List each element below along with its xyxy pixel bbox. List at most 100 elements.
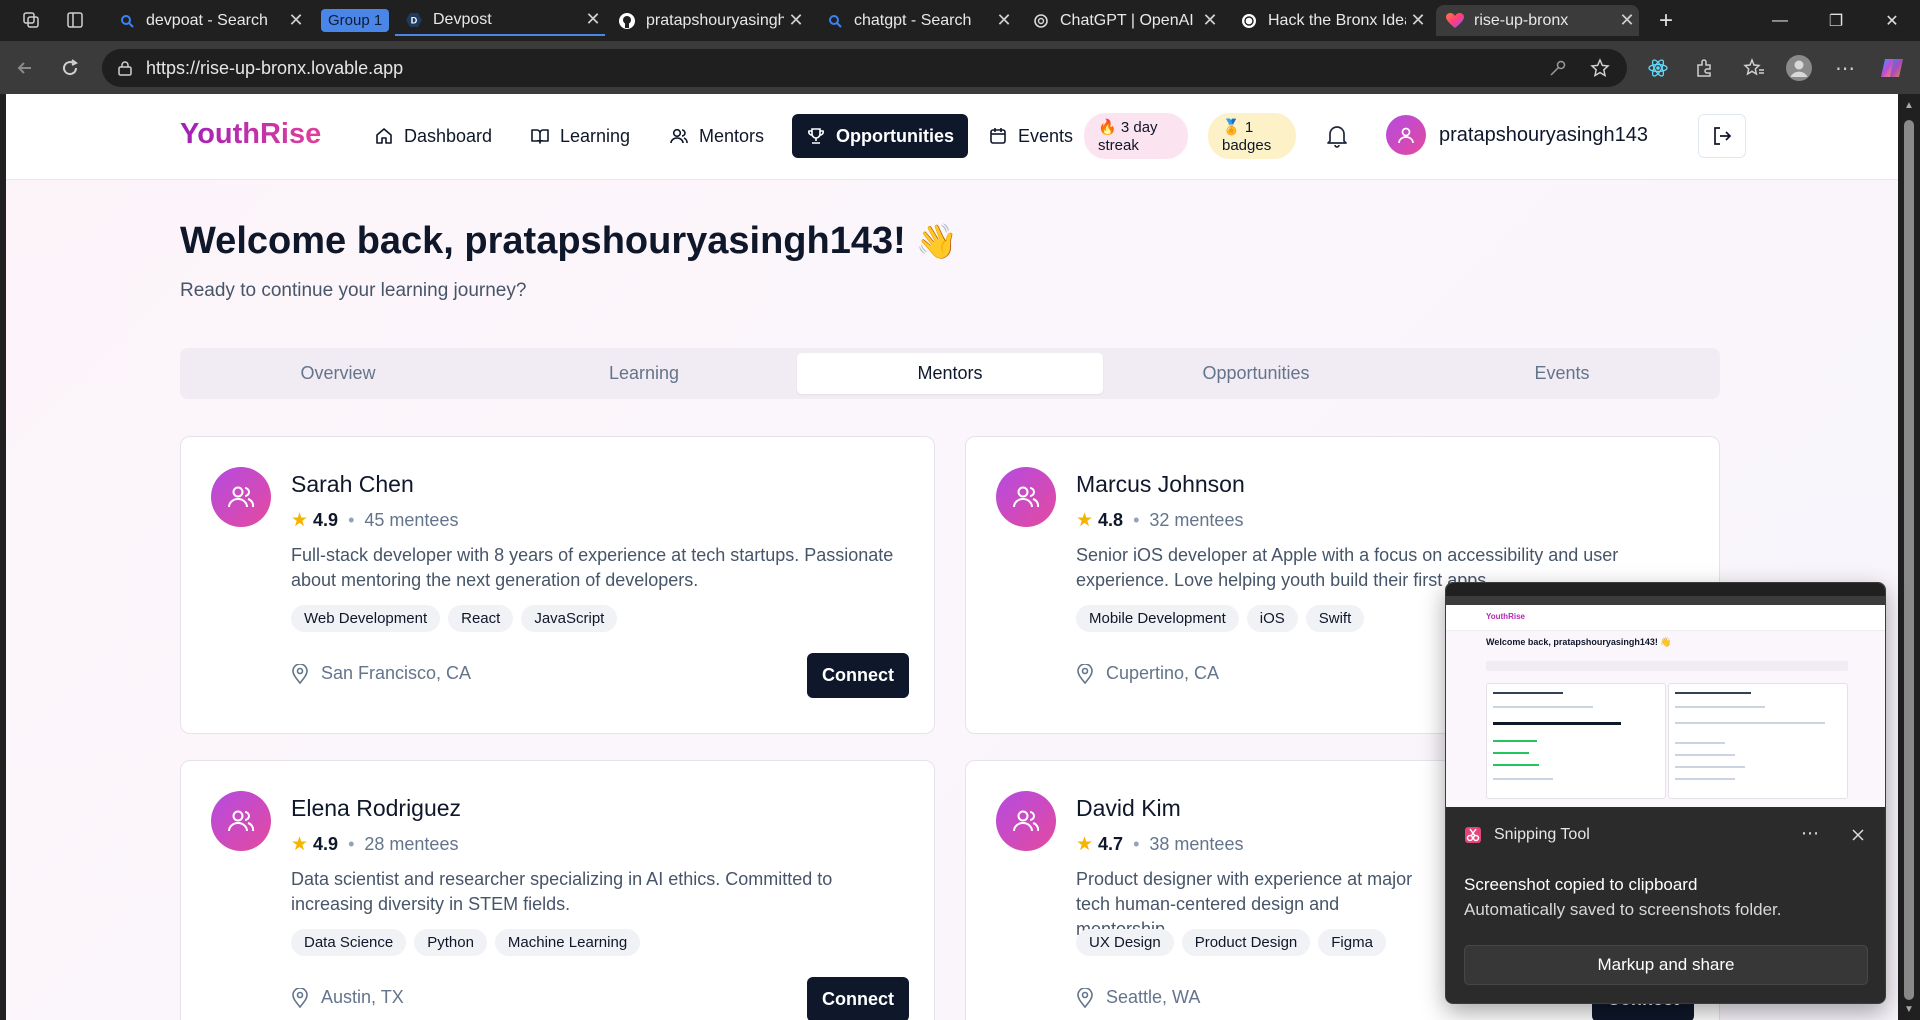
notification-title: Screenshot copied to clipboard (1464, 875, 1698, 894)
thumbnail-card (1486, 683, 1666, 799)
app-logo[interactable]: YouthRise (180, 118, 321, 151)
close-icon[interactable]: ✕ (784, 10, 808, 31)
waving-hand-icon: 👋 (915, 223, 959, 261)
vertical-tabs-icon[interactable] (60, 5, 90, 35)
nav-label: Events (1018, 125, 1074, 146)
tab-learning[interactable]: Learning (491, 353, 797, 394)
close-icon[interactable]: ✕ (1198, 10, 1222, 31)
browser-tab-github[interactable]: pratapshouryasingh ✕ (608, 5, 808, 36)
book-icon (530, 126, 550, 146)
connect-button[interactable]: Connect (807, 977, 909, 1020)
address-bar[interactable]: https://rise-up-bronx.lovable.app (102, 49, 1627, 87)
page-scrollbar[interactable]: ▲ ▼ (1898, 94, 1920, 1020)
mentor-name: David Kim (1076, 795, 1181, 821)
rating-value: 4.8 (1098, 510, 1124, 530)
more-options-icon[interactable]: ⋯ (1829, 52, 1861, 84)
profile-avatar-icon[interactable] (1783, 52, 1815, 84)
mentor-tags: Data Science Python Machine Learning (291, 929, 648, 956)
separator-dot: • (1133, 834, 1140, 854)
url-text[interactable]: https://rise-up-bronx.lovable.app (146, 58, 1543, 79)
star-icon: ★ (1076, 510, 1094, 531)
badges-count: 1 (1244, 119, 1254, 136)
screenshot-thumbnail[interactable]: YouthRise Welcome back, pratapshouryasin… (1446, 583, 1885, 807)
users-icon (228, 486, 255, 508)
favorites-icon[interactable] (1738, 52, 1770, 84)
maximize-button[interactable]: ❐ (1808, 0, 1864, 41)
streak-badge: 🔥 3 day streak (1084, 113, 1188, 159)
notifications-bell-icon[interactable] (1326, 124, 1348, 148)
nav-events[interactable]: Events (988, 114, 1073, 158)
user-menu[interactable]: pratapshouryasingh143 (1386, 115, 1648, 155)
users-icon (1013, 486, 1040, 508)
markup-and-share-button[interactable]: Markup and share (1464, 945, 1868, 985)
close-icon[interactable]: ✕ (1615, 10, 1639, 31)
browser-tab-chatgpt-openai[interactable]: ChatGPT | OpenAI ✕ (1022, 5, 1222, 36)
star-icon: ★ (291, 510, 309, 531)
copilot-icon[interactable] (1876, 52, 1908, 84)
nav-mentors[interactable]: Mentors (669, 114, 764, 158)
browser-tab-devpost[interactable]: D Devpost ✕ (395, 5, 605, 36)
skill-tag: JavaScript (521, 605, 618, 632)
mentor-location: Seattle, WA (1076, 986, 1200, 1008)
close-icon[interactable]: ✕ (992, 10, 1016, 31)
tab-overview[interactable]: Overview (185, 353, 491, 394)
key-icon[interactable] (1543, 53, 1573, 83)
skill-tag: Python (414, 929, 487, 956)
window-close-button[interactable]: ✕ (1864, 0, 1920, 41)
close-icon[interactable]: ✕ (1406, 10, 1430, 31)
mentee-count: 32 mentees (1149, 510, 1244, 530)
tab-title: Devpost (433, 10, 492, 28)
react-devtools-icon[interactable] (1642, 52, 1674, 84)
users-icon (669, 126, 689, 146)
medal-icon: 🏅 (1222, 119, 1241, 136)
mentor-location: San Francisco, CA (291, 662, 471, 684)
nav-learning[interactable]: Learning (530, 114, 630, 158)
scrollbar-thumb[interactable] (1904, 120, 1914, 1000)
site-info-icon[interactable] (116, 59, 134, 77)
page-subtitle: Ready to continue your learning journey? (180, 280, 527, 301)
tab-opportunities[interactable]: Opportunities (1103, 353, 1409, 394)
close-icon[interactable]: ✕ (284, 10, 308, 31)
thumbnail-toolbar (1446, 596, 1885, 605)
extensions-icon[interactable] (1688, 52, 1720, 84)
close-icon[interactable] (1846, 823, 1870, 847)
tab-events[interactable]: Events (1409, 353, 1715, 394)
openai-icon (1240, 12, 1258, 30)
connect-button[interactable]: Connect (807, 653, 909, 698)
new-tab-button[interactable]: + (1641, 0, 1691, 41)
browser-tab-devpoat-search[interactable]: devpoat - Search ✕ (108, 5, 308, 36)
rating-value: 4.7 (1098, 834, 1124, 854)
tab-mentors[interactable]: Mentors (797, 353, 1103, 394)
tab-group-label[interactable]: Group 1 (321, 9, 390, 32)
tab-title: rise-up-bronx (1474, 11, 1569, 29)
refresh-button[interactable] (55, 53, 85, 83)
browser-tab-chatgpt-search[interactable]: chatgpt - Search ✕ (816, 5, 1016, 36)
favorite-star-icon[interactable] (1585, 53, 1615, 83)
mentee-count: 45 mentees (364, 510, 459, 530)
workspaces-icon[interactable] (16, 5, 46, 35)
logout-button[interactable] (1698, 114, 1746, 158)
browser-tab-rise-up-bronx[interactable]: rise-up-bronx ✕ (1436, 5, 1639, 36)
thumbnail-card (1668, 683, 1848, 799)
skill-tag: Data Science (291, 929, 407, 956)
tab-title: Hack the Bronx Idea (1268, 11, 1406, 29)
tab-title: devpoat - Search (146, 11, 268, 29)
skill-tag: Product Design (1181, 929, 1311, 956)
notification-app-line: Snipping Tool (1464, 826, 1590, 844)
close-icon[interactable]: ✕ (581, 9, 605, 30)
scroll-up-arrow-icon[interactable]: ▲ (1902, 100, 1916, 112)
minimize-button[interactable]: — (1752, 0, 1808, 41)
mentor-tags: UX Design Product Design Figma (1076, 929, 1394, 956)
back-button[interactable] (10, 53, 40, 83)
notification-body: Automatically saved to screenshots folde… (1464, 900, 1782, 919)
mentor-rating: ★ 4.8 • 32 mentees (1076, 509, 1243, 532)
nav-opportunities[interactable]: Opportunities (792, 114, 968, 158)
more-options-icon[interactable]: ⋯ (1796, 823, 1824, 847)
map-pin-icon (1076, 986, 1094, 1008)
mentor-rating: ★ 4.9 • 28 mentees (291, 833, 458, 856)
badges-badge: 🏅 1 badges (1208, 113, 1296, 159)
mentor-avatar (211, 467, 271, 527)
nav-dashboard[interactable]: Dashboard (374, 114, 492, 158)
browser-tab-hack-the-bronx[interactable]: Hack the Bronx Idea ✕ (1230, 5, 1430, 36)
scroll-down-arrow-icon[interactable]: ▼ (1902, 1004, 1916, 1016)
